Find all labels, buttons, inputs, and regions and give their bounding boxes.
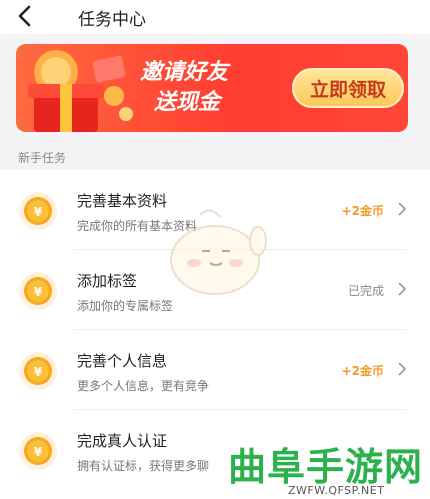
task-title: 完善个人信息 bbox=[77, 352, 168, 370]
task-subtitle: 更多个人信息，更有竞争 bbox=[77, 379, 210, 393]
banner-line-1: 邀请好友 bbox=[140, 60, 229, 85]
gift-box-icon bbox=[28, 50, 133, 132]
chevron-left-icon[interactable] bbox=[14, 4, 38, 28]
svg-text:¥: ¥ bbox=[34, 285, 43, 299]
coin-icon: ¥ bbox=[19, 192, 57, 230]
svg-text:¥: ¥ bbox=[34, 365, 43, 379]
task-status: 已完成 bbox=[347, 284, 384, 298]
task-title: 完成真人认证 bbox=[77, 432, 168, 450]
mascot-watermark-icon bbox=[170, 209, 267, 295]
watermark-text: 曲阜手游网 bbox=[228, 445, 424, 489]
chevron-right-icon bbox=[398, 282, 407, 296]
chevron-right-icon bbox=[398, 362, 407, 376]
svg-text:¥: ¥ bbox=[34, 445, 43, 459]
banner-headline: 邀请好友 送现金 bbox=[140, 58, 228, 118]
watermark-url: ZWFW.QFSP.NET bbox=[288, 484, 385, 497]
section-label-newbie-tasks: 新手任务 bbox=[18, 151, 67, 165]
task-subtitle: 拥有认证标，获得更多聊 bbox=[77, 459, 210, 473]
banner-line-2: 送现金 bbox=[154, 90, 221, 115]
task-title: 完善基本资料 bbox=[77, 192, 168, 210]
svg-text:¥: ¥ bbox=[34, 205, 43, 219]
task-title: 添加标签 bbox=[77, 272, 138, 290]
invite-banner[interactable]: 邀请好友 送现金 立即领取 bbox=[16, 44, 408, 132]
site-watermark: 曲阜手游网 ZWFW.QFSP.NET bbox=[220, 436, 430, 499]
task-status: +2金币 bbox=[341, 364, 384, 378]
page-title: 任务中心 bbox=[78, 10, 146, 30]
task-row[interactable]: ¥ 完善个人信息 更多个人信息，更有竞争 +2金币 bbox=[0, 330, 430, 410]
task-status: +2金币 bbox=[341, 204, 384, 218]
coin-icon: ¥ bbox=[19, 432, 57, 470]
coin-icon: ¥ bbox=[19, 272, 57, 310]
top-bar: 任务中心 bbox=[0, 0, 430, 34]
claim-now-button[interactable]: 立即领取 bbox=[292, 68, 404, 108]
chevron-right-icon bbox=[398, 202, 407, 216]
coin-icon: ¥ bbox=[19, 352, 57, 390]
task-subtitle: 添加你的专属标签 bbox=[77, 299, 174, 313]
